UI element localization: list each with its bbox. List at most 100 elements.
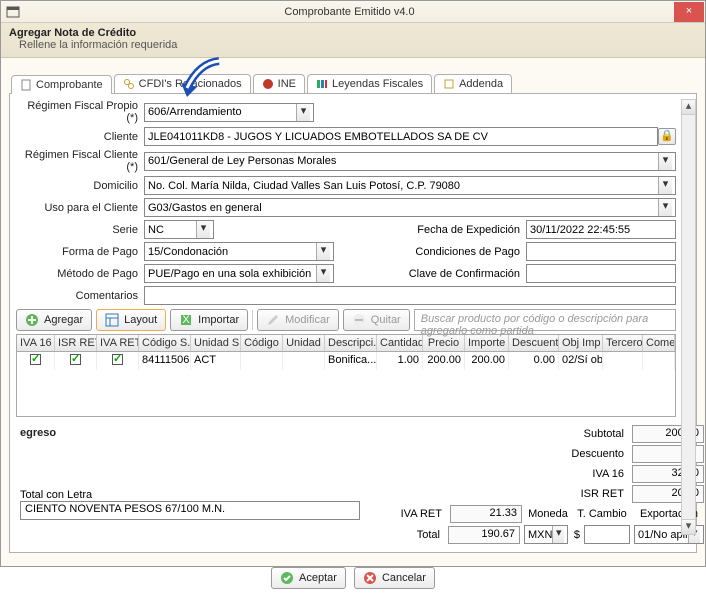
moneda-select[interactable]: MXN▾ bbox=[524, 525, 568, 544]
tcambio-input[interactable] bbox=[584, 525, 630, 544]
quitar-button[interactable]: Quitar bbox=[343, 309, 410, 331]
cell-unidads: ACT bbox=[191, 352, 241, 370]
agregar-button[interactable]: Agregar bbox=[16, 309, 92, 331]
product-search-input[interactable]: Buscar producto por código o descripción… bbox=[414, 309, 676, 331]
cancel-icon bbox=[363, 571, 377, 585]
grid-body[interactable]: 84111506 ACT Bonifica... 1.00 200.00 200… bbox=[17, 352, 675, 416]
tab-bar: Comprobante CFDI's Relacionados INE Leye… bbox=[1, 58, 705, 93]
col-descu[interactable]: Descuento bbox=[509, 335, 559, 351]
table-row[interactable]: 84111506 ACT Bonifica... 1.00 200.00 200… bbox=[17, 352, 675, 370]
agregar-label: Agregar bbox=[44, 314, 83, 326]
label-subtotal: Subtotal bbox=[548, 428, 628, 440]
col-unidads[interactable]: Unidad S... bbox=[191, 335, 241, 351]
total-letra-value: CIENTO NOVENTA PESOS 67/100 M.N. bbox=[20, 501, 360, 520]
col-objimp[interactable]: Obj Imp bbox=[559, 335, 603, 351]
chevron-down-icon: ▾ bbox=[296, 104, 310, 121]
layout-icon bbox=[105, 313, 119, 327]
close-button[interactable]: × bbox=[674, 2, 704, 22]
col-unidad[interactable]: Unidad bbox=[283, 335, 325, 351]
aceptar-label: Aceptar bbox=[299, 572, 337, 584]
label-forma-pago: Forma de Pago bbox=[16, 246, 144, 258]
col-isr[interactable]: ISR RET bbox=[55, 335, 97, 351]
label-total-letra: Total con Letra bbox=[20, 489, 360, 501]
tab-label: INE bbox=[278, 78, 296, 90]
tab-ine[interactable]: INE bbox=[253, 74, 305, 93]
serie-select[interactable]: NC▾ bbox=[144, 220, 214, 239]
uso-cliente-select[interactable]: G03/Gastos en general▾ bbox=[144, 198, 676, 217]
regimen-propio-select[interactable]: 606/Arrendamiento ▾ bbox=[144, 103, 314, 122]
cancelar-button[interactable]: Cancelar bbox=[354, 567, 435, 589]
col-precio[interactable]: Precio bbox=[423, 335, 465, 351]
tcambio-prefix: $ bbox=[572, 529, 580, 541]
document-icon bbox=[20, 79, 32, 91]
fecha-exp-input[interactable] bbox=[526, 220, 676, 239]
chevron-down-icon: ▾ bbox=[658, 199, 672, 216]
page-title: Agregar Nota de Crédito bbox=[9, 27, 697, 39]
clave-conf-input[interactable] bbox=[526, 264, 676, 283]
cell-tercero bbox=[603, 352, 643, 370]
svg-text:X: X bbox=[183, 314, 191, 326]
label-uso-cliente: Uso para el Cliente bbox=[16, 202, 144, 214]
iva16-checkbox[interactable] bbox=[30, 354, 41, 365]
label-domicilio: Domicilio bbox=[16, 180, 144, 192]
grid-header: IVA 16 ISR RET IVA RET Código S... Unida… bbox=[17, 335, 675, 352]
label-iva16: IVA 16 bbox=[548, 468, 628, 480]
regimen-cliente-select[interactable]: 601/General de Ley Personas Morales▾ bbox=[144, 152, 676, 171]
cliente-input[interactable] bbox=[144, 127, 658, 146]
link-icon bbox=[123, 78, 135, 90]
pencil-icon bbox=[266, 313, 280, 327]
layout-button[interactable]: Layout bbox=[96, 309, 166, 331]
modificar-label: Modificar bbox=[285, 314, 330, 326]
page-subtitle: Rellene la información requerida bbox=[19, 39, 697, 51]
metodo-pago-select[interactable]: PUE/Pago en una sola exhibición▾ bbox=[144, 264, 334, 283]
vertical-scrollbar[interactable]: ▴ ▾ bbox=[681, 99, 696, 535]
subheader: Agregar Nota de Crédito Rellene la infor… bbox=[1, 23, 705, 58]
label-cond-pago: Condiciones de Pago bbox=[406, 246, 526, 258]
chevron-down-icon: ▾ bbox=[658, 153, 672, 170]
modificar-button[interactable]: Modificar bbox=[257, 309, 339, 331]
cond-pago-input[interactable] bbox=[526, 242, 676, 261]
window-title: Comprobante Emitido v4.0 bbox=[25, 6, 674, 18]
cell-codigos: 84111506 bbox=[139, 352, 191, 370]
col-importe[interactable]: Importe bbox=[465, 335, 509, 351]
label-regimen-cliente: Régimen Fiscal Cliente (*) bbox=[16, 149, 144, 173]
isr-checkbox[interactable] bbox=[70, 354, 81, 365]
label-isrret: ISR RET bbox=[548, 488, 628, 500]
regimen-propio-value: 606/Arrendamiento bbox=[148, 106, 242, 118]
label-cliente: Cliente bbox=[16, 131, 144, 143]
col-cant[interactable]: Cantidad bbox=[377, 335, 423, 351]
forma-pago-select[interactable]: 15/Condonación▾ bbox=[144, 242, 334, 261]
col-ivaret[interactable]: IVA RET bbox=[97, 335, 139, 351]
col-iva16[interactable]: IVA 16 bbox=[17, 335, 55, 351]
moneda-value: MXN bbox=[528, 529, 552, 541]
comentarios-input[interactable] bbox=[144, 286, 676, 305]
label-clave-conf: Clave de Confirmación bbox=[406, 268, 526, 280]
metodo-pago-value: PUE/Pago en una sola exhibición bbox=[148, 268, 311, 280]
lock-icon[interactable]: 🔒 bbox=[658, 128, 676, 145]
importar-label: Importar bbox=[198, 314, 239, 326]
importar-button[interactable]: X Importar bbox=[170, 309, 248, 331]
col-codigos[interactable]: Código S... bbox=[139, 335, 191, 351]
col-tercero[interactable]: Tercero bbox=[603, 335, 643, 351]
totals-section: egreso Total con Letra CIENTO NOVENTA PE… bbox=[16, 425, 676, 546]
cell-unidad bbox=[283, 352, 325, 370]
grid-toolbar: Agregar Layout X Importar Modificar Quit… bbox=[16, 309, 676, 331]
aceptar-button[interactable]: Aceptar bbox=[271, 567, 346, 589]
chevron-down-icon: ▾ bbox=[196, 221, 210, 238]
egreso-label: egreso bbox=[20, 427, 360, 439]
col-desc[interactable]: Descripci... bbox=[325, 335, 377, 351]
scroll-down-icon[interactable]: ▾ bbox=[682, 519, 695, 534]
scroll-up-icon[interactable]: ▴ bbox=[682, 100, 695, 115]
app-window: Comprobante Emitido v4.0 × Agregar Nota … bbox=[0, 0, 706, 567]
tab-cfdis[interactable]: CFDI's Relacionados bbox=[114, 74, 251, 93]
domicilio-select[interactable]: No. Col. María Nilda, Ciudad Valles San … bbox=[144, 176, 676, 195]
tab-leyendas[interactable]: Leyendas Fiscales bbox=[307, 74, 432, 93]
ivaret-checkbox[interactable] bbox=[112, 354, 123, 365]
minus-icon bbox=[352, 313, 366, 327]
tab-addenda[interactable]: Addenda bbox=[434, 74, 512, 93]
forma-pago-value: 15/Condonación bbox=[148, 246, 228, 258]
cell-codigo bbox=[241, 352, 283, 370]
tab-comprobante[interactable]: Comprobante bbox=[11, 75, 112, 94]
col-coment[interactable]: Coment... bbox=[643, 335, 675, 351]
col-codigo[interactable]: Código bbox=[241, 335, 283, 351]
